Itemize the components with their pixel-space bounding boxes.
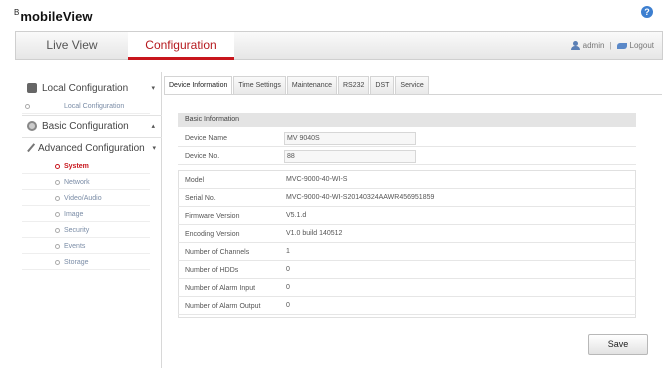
sidebar-item-image[interactable]: Image bbox=[22, 207, 150, 222]
user-icon bbox=[570, 41, 580, 50]
alarm-input-value: 0 bbox=[286, 284, 290, 291]
chevron-down-icon: ▾ bbox=[151, 85, 155, 92]
sidebar-item-label: System bbox=[64, 163, 89, 170]
alarm-input-label: Number of Alarm Input bbox=[185, 285, 256, 292]
sidebar-item-label: Advanced Configuration bbox=[38, 142, 145, 154]
help-icon[interactable]: ? bbox=[641, 6, 653, 18]
sidebar-item-label: Storage bbox=[64, 259, 89, 266]
sidebar-basic-configuration[interactable]: Basic Configuration ▴ bbox=[22, 115, 162, 137]
chevron-down-icon: ▾ bbox=[152, 145, 156, 152]
bullet-icon bbox=[55, 212, 60, 217]
sidebar-item-storage[interactable]: Storage bbox=[22, 255, 150, 270]
bullet-icon bbox=[55, 260, 60, 265]
bullet-icon bbox=[55, 228, 60, 233]
channels-label: Number of Channels bbox=[185, 249, 250, 256]
top-bar: B mobileView ? bbox=[0, 0, 666, 30]
sidebar-item-network[interactable]: Network bbox=[22, 175, 150, 190]
chevron-up-icon: ▴ bbox=[151, 123, 155, 130]
gear-icon bbox=[27, 121, 37, 131]
table-row: Firmware Version V5.1.d bbox=[178, 208, 636, 225]
sidebar-item-label: Basic Configuration bbox=[42, 120, 129, 132]
divider bbox=[164, 94, 662, 95]
table-row: Number of Alarm Input 0 bbox=[178, 280, 636, 297]
device-no-row: Device No. 88 bbox=[178, 148, 636, 165]
bullet-icon bbox=[55, 180, 60, 185]
table-row: Number of Channels 1 bbox=[178, 244, 636, 261]
sidebar-item-security[interactable]: Security bbox=[22, 223, 150, 238]
separator: | bbox=[609, 41, 612, 50]
sidebar-item-label: Events bbox=[64, 243, 86, 250]
app-logo: B mobileView bbox=[14, 6, 93, 24]
sidebar-item-local-configuration[interactable]: Local Configuration bbox=[22, 99, 150, 114]
bullet-icon bbox=[55, 164, 60, 169]
hdds-label: Number of HDDs bbox=[185, 267, 239, 274]
serial-value: MVC-9000-40-WI-S20140324AAWR456951859 bbox=[286, 194, 435, 201]
main-nav: Live View Configuration admin | Logout bbox=[15, 31, 663, 60]
channels-value: 1 bbox=[286, 248, 290, 255]
logout-link[interactable]: Logout bbox=[630, 32, 654, 59]
tab-service[interactable]: Service bbox=[395, 76, 429, 94]
device-no-label: Device No. bbox=[185, 153, 220, 160]
sidebar-local-configuration[interactable]: Local Configuration ▾ bbox=[22, 77, 162, 99]
encoding-value: V1.0 build 140512 bbox=[286, 230, 343, 237]
bullet-icon bbox=[25, 104, 30, 109]
tab-live-view[interactable]: Live View bbox=[16, 32, 128, 59]
table-row: Encoding Version V1.0 build 140512 bbox=[178, 226, 636, 243]
sidebar-item-label: Local Configuration bbox=[42, 82, 129, 94]
encoding-label: Encoding Version bbox=[185, 231, 240, 238]
settings-tabs: Device Information Time Settings Mainten… bbox=[164, 76, 430, 94]
firmware-label: Firmware Version bbox=[185, 213, 240, 220]
sidebar-advanced-configuration[interactable]: Advanced Configuration ▾ bbox=[22, 137, 162, 159]
sidebar-item-events[interactable]: Events bbox=[22, 239, 150, 254]
device-name-label: Device Name bbox=[185, 135, 228, 142]
local-config-icon bbox=[27, 83, 37, 93]
table-row: Serial No. MVC-9000-40-WI-S20140324AAWR4… bbox=[178, 190, 636, 207]
firmware-value: V5.1.d bbox=[286, 212, 307, 219]
logout-icon bbox=[616, 42, 627, 49]
username[interactable]: admin bbox=[583, 32, 605, 59]
bullet-icon bbox=[55, 244, 60, 249]
hdds-value: 0 bbox=[286, 266, 290, 273]
model-value: MVC-9000-40-WI-S bbox=[286, 176, 348, 183]
sidebar-item-system[interactable]: System bbox=[22, 159, 150, 174]
tab-configuration[interactable]: Configuration bbox=[128, 32, 234, 60]
wrench-icon bbox=[27, 143, 36, 153]
sidebar-item-label: Network bbox=[64, 179, 90, 186]
save-button[interactable]: Save bbox=[588, 334, 648, 355]
table-row: Model MVC-9000-40-WI-S bbox=[178, 172, 636, 189]
sidebar-item-label: Image bbox=[64, 211, 84, 218]
sidebar: Local Configuration ▾ Local Configuratio… bbox=[22, 72, 162, 368]
sidebar-item-label: Local Configuration bbox=[64, 103, 125, 110]
device-name-field[interactable]: MV 9040S bbox=[284, 132, 416, 145]
user-area: admin | Logout bbox=[570, 32, 654, 59]
logo-text: mobileView bbox=[20, 9, 93, 24]
device-name-row: Device Name MV 9040S bbox=[178, 130, 636, 147]
table-row: Number of HDDs 0 bbox=[178, 262, 636, 279]
table-row: Number of Alarm Output 0 bbox=[178, 298, 636, 315]
tab-device-information[interactable]: Device Information bbox=[164, 76, 233, 94]
model-label: Model bbox=[185, 177, 205, 184]
tab-time-settings[interactable]: Time Settings bbox=[233, 76, 286, 94]
sidebar-item-label: Video/Audio bbox=[64, 195, 102, 202]
sidebar-item-label: Security bbox=[64, 227, 90, 234]
tab-rs232[interactable]: RS232 bbox=[338, 76, 370, 94]
logo-mark: B bbox=[14, 8, 20, 17]
section-header-basic-information: Basic Information bbox=[178, 113, 636, 127]
tab-maintenance[interactable]: Maintenance bbox=[286, 76, 337, 94]
bullet-icon bbox=[55, 196, 60, 201]
tab-dst[interactable]: DST bbox=[370, 76, 395, 94]
device-no-field[interactable]: 88 bbox=[284, 150, 416, 163]
alarm-output-label: Number of Alarm Output bbox=[185, 303, 261, 310]
serial-label: Serial No. bbox=[185, 195, 216, 202]
sidebar-item-video-audio[interactable]: Video/Audio bbox=[22, 191, 150, 206]
alarm-output-value: 0 bbox=[286, 302, 290, 309]
